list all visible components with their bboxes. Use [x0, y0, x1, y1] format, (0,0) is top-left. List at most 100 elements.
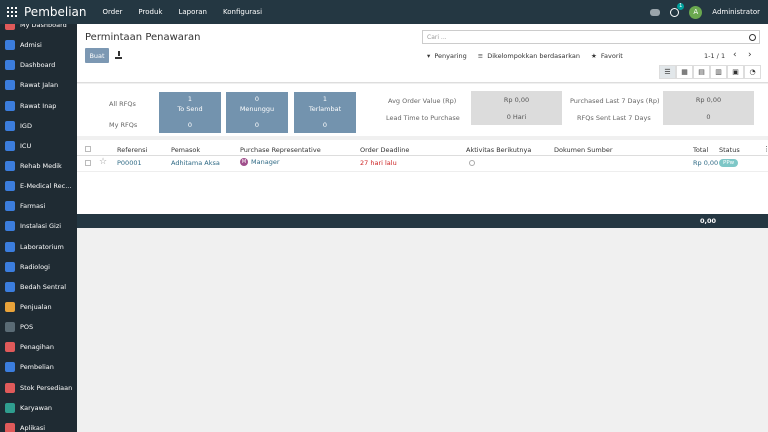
app-grid-icon[interactable]: [7, 7, 17, 17]
sidebar-item-label: Penjualan: [20, 303, 52, 312]
user-name[interactable]: Administrator: [712, 8, 760, 16]
header-status[interactable]: Status: [719, 146, 740, 154]
menu-produk[interactable]: Produk: [138, 8, 162, 16]
pager-next-icon[interactable]: ›: [748, 51, 752, 60]
menu-laporan[interactable]: Laporan: [178, 8, 207, 16]
sidebar-item-label: POS: [20, 323, 34, 332]
tile-value: 0: [254, 121, 260, 129]
sidebar-item-label: IGD: [20, 121, 32, 130]
sidebar-item-label: Dashboard: [20, 61, 56, 70]
dashboard-icon: [5, 24, 15, 31]
sidebar-item-label: Rawat Jalan: [20, 81, 59, 90]
sidebar-item-farmasi[interactable]: Farmasi: [0, 196, 77, 216]
breadcrumb: Permintaan Penawaran: [85, 32, 201, 43]
favorite-star-icon[interactable]: ☆: [99, 157, 107, 167]
row-activity[interactable]: [469, 160, 475, 166]
pivot-view-icon[interactable]: ▤: [693, 65, 710, 79]
sidebar-item-dashboard[interactable]: Dashboard: [0, 55, 77, 75]
tile-label: To Send: [177, 105, 203, 113]
tile-waiting[interactable]: 0 Menunggu 0: [226, 92, 288, 133]
app-title: Pembelian: [24, 5, 87, 19]
sidebar-item-pembelian[interactable]: Pembelian: [0, 357, 77, 377]
tile-late[interactable]: 1 Terlambat 0: [294, 92, 356, 133]
favorites-button[interactable]: ★ Favorit: [589, 52, 627, 60]
invoice-icon: [5, 342, 15, 353]
sidebar-item-stok-persediaan[interactable]: Stok Persediaan: [0, 378, 77, 398]
all-rfqs-label: All RFQs: [109, 100, 136, 108]
sidebar-item-my-dashboard[interactable]: My Dashboard: [0, 24, 77, 35]
search-options: ▾ Penyaring ≡ Dikelompokkan berdasarkan …: [425, 52, 627, 60]
create-button[interactable]: Buat: [85, 48, 109, 63]
graph-view-icon[interactable]: ▥: [710, 65, 727, 79]
pager-previous-icon[interactable]: ‹: [733, 51, 737, 60]
avg-order-value: Rp 0,00: [471, 91, 562, 108]
admission-icon: [5, 40, 15, 51]
tile-label: Terlambat: [308, 105, 342, 113]
select-all-checkbox[interactable]: [85, 146, 91, 152]
row-vendor: Adhitama Aksa: [171, 159, 220, 167]
tile-value: 0: [254, 95, 260, 103]
list-view-icon[interactable]: ☰: [659, 65, 676, 79]
sidebar-item-e-medical-rec[interactable]: E-Medical Rec...: [0, 176, 77, 196]
nutrition-icon: [5, 221, 15, 232]
activity-clock-icon[interactable]: 1: [670, 2, 685, 17]
sidebar-item-icu[interactable]: ICU: [0, 136, 77, 156]
activity-clock-icon[interactable]: [469, 160, 475, 166]
sidebar-item-admisi[interactable]: Admisi: [0, 35, 77, 55]
download-icon[interactable]: [115, 51, 122, 59]
sidebar-item-rawat-jalan[interactable]: Rawat Jalan: [0, 75, 77, 95]
optional-columns-icon[interactable]: ⋮: [763, 145, 768, 153]
row-checkbox[interactable]: [85, 160, 91, 166]
sidebar-item-laboratorium[interactable]: Laboratorium: [0, 237, 77, 257]
header-next-activity[interactable]: Aktivitas Berikutnya: [466, 146, 531, 154]
sidebar-item-radiologi[interactable]: Radiologi: [0, 257, 77, 277]
sidebar-item-aplikasi[interactable]: Aplikasi: [0, 418, 77, 432]
surgery-icon: [5, 281, 15, 292]
group-by-button[interactable]: ≡ Dikelompokkan berdasarkan: [476, 52, 584, 60]
row-reference[interactable]: P00001: [117, 159, 142, 167]
filters-label: Penyaring: [434, 52, 467, 60]
kanban-view-icon[interactable]: ▦: [676, 65, 693, 79]
sidebar-item-karyawan[interactable]: Karyawan: [0, 398, 77, 418]
dashboard-icon: [5, 60, 15, 71]
header-source-document[interactable]: Dokumen Sumber: [554, 146, 613, 154]
sidebar-item-label: Farmasi: [20, 202, 46, 211]
sidebar-item-penagihan[interactable]: Penagihan: [0, 337, 77, 357]
lead-time-value: 0 Hari: [471, 108, 562, 125]
pharmacy-icon: [5, 201, 15, 212]
tile-value: 1: [322, 95, 328, 103]
chat-icon[interactable]: [650, 8, 661, 16]
header-reference[interactable]: Referensi: [117, 146, 147, 154]
activity-view-icon[interactable]: ◔: [744, 65, 761, 79]
rfqs-sent-label: RFQs Sent Last 7 Days: [577, 114, 651, 122]
sidebar-item-rawat-inap[interactable]: Rawat Inap: [0, 96, 77, 116]
radiology-icon: [5, 261, 15, 272]
header-representative[interactable]: Purchase Representative: [240, 146, 321, 154]
activity-badge: 1: [677, 2, 685, 10]
header-order-deadline[interactable]: Order Deadline: [360, 146, 409, 154]
search-icon[interactable]: [749, 34, 756, 41]
search-input[interactable]: Cari ...: [422, 30, 760, 44]
list-footer-total-bar: 0,00: [77, 214, 768, 228]
lab-icon: [5, 241, 15, 252]
sidebar-item-pos[interactable]: POS: [0, 317, 77, 337]
sidebar-item-label: Instalasi Gizi: [20, 222, 62, 231]
menu-order[interactable]: Order: [103, 8, 123, 16]
top-navbar: Pembelian Order Produk Laporan Konfigura…: [0, 0, 768, 24]
sidebar-item-igd[interactable]: IGD: [0, 116, 77, 136]
group-by-label: Dikelompokkan berdasarkan: [487, 52, 580, 60]
header-total[interactable]: Total: [693, 146, 708, 154]
filters-button[interactable]: ▾ Penyaring: [425, 52, 471, 60]
tile-to-send[interactable]: 1 To Send 0: [159, 92, 221, 133]
menu-konfigurasi[interactable]: Konfigurasi: [223, 8, 262, 16]
header-vendor[interactable]: Pemasok: [171, 146, 200, 154]
sidebar-item-bedah-sentral[interactable]: Bedah Sentral: [0, 277, 77, 297]
sidebar-item-penjualan[interactable]: Penjualan: [0, 297, 77, 317]
rfqs-sent-value: 0: [663, 108, 754, 125]
pos-icon: [5, 322, 15, 333]
sidebar-item-instalasi-gizi[interactable]: Instalasi Gizi: [0, 216, 77, 236]
calendar-view-icon[interactable]: ▣: [727, 65, 744, 79]
user-avatar[interactable]: A: [689, 5, 703, 19]
pager-value[interactable]: 1-1 / 1: [704, 52, 725, 60]
sidebar-item-rehab-medik[interactable]: Rehab Medik: [0, 156, 77, 176]
